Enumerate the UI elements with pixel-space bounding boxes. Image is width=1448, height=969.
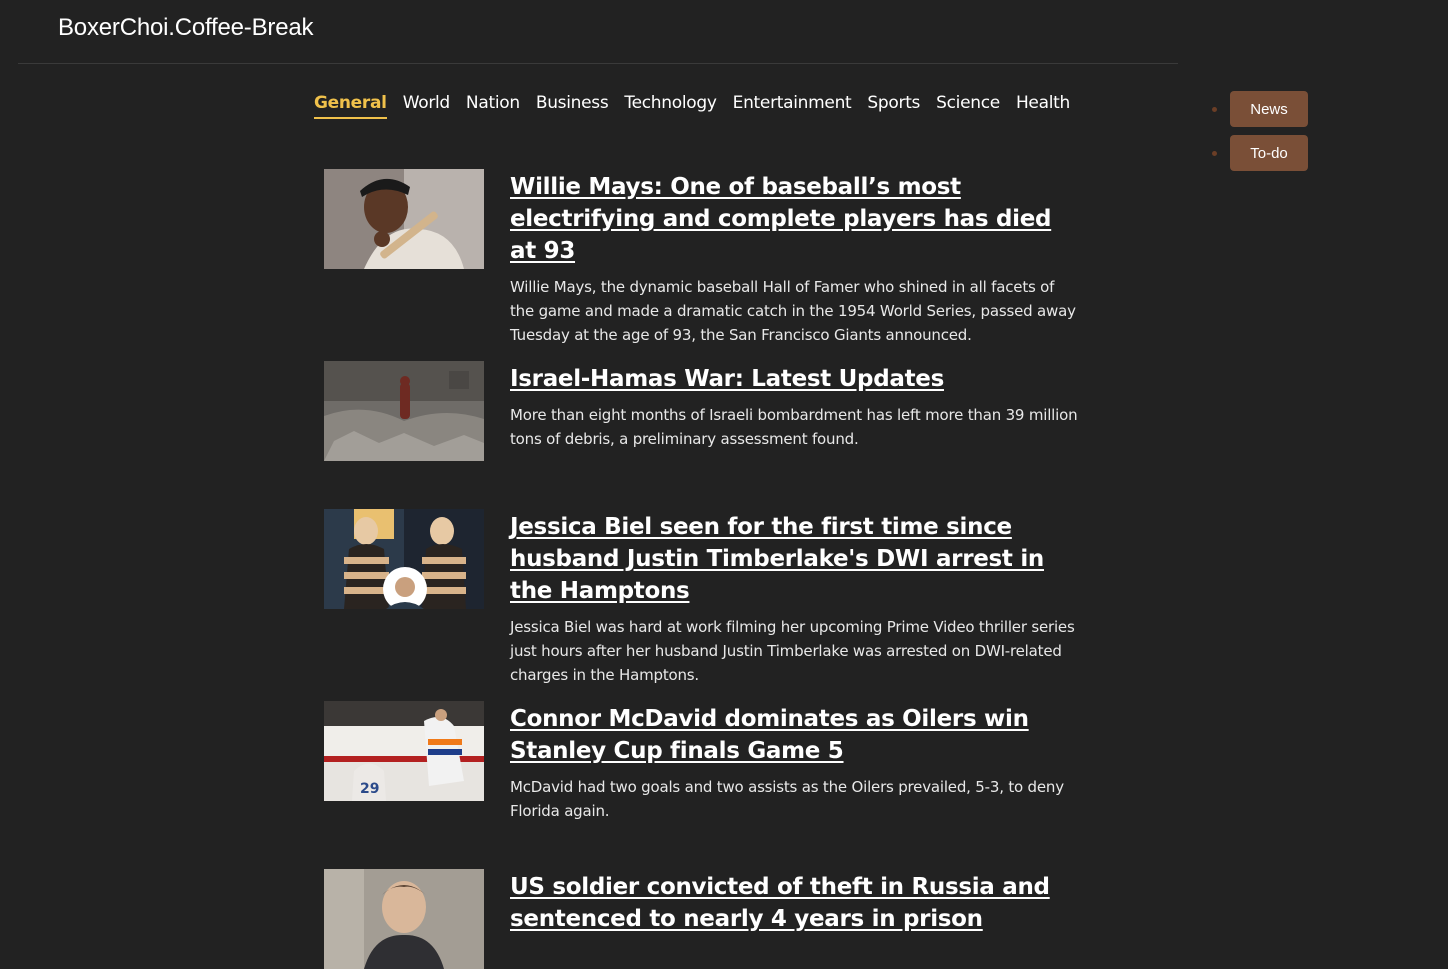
baseball-player-photo (324, 169, 484, 269)
article-thumbnail[interactable] (324, 869, 484, 969)
site-title[interactable]: BoxerChoi.Coffee-Break (58, 14, 313, 42)
list-item: 29 Connor McDavid dominates as Oilers wi… (324, 701, 1084, 823)
list-item: US soldier convicted of theft in Russia … (324, 869, 1084, 969)
hockey-photo: 29 (324, 701, 484, 801)
list-item: Jessica Biel seen for the first time sin… (324, 509, 1084, 687)
article-title-link[interactable]: Willie Mays: One of baseball’s most elec… (510, 171, 1080, 267)
article-body: US soldier convicted of theft in Russia … (510, 869, 1080, 969)
todo-button[interactable]: To-do (1230, 135, 1308, 171)
tab-science[interactable]: Science (936, 93, 1000, 119)
list-item: Willie Mays: One of baseball’s most elec… (324, 169, 1084, 347)
header: BoxerChoi.Coffee-Break (18, 0, 1178, 64)
article-description: Jessica Biel was hard at work filming he… (510, 618, 1075, 684)
side-menu-item-todo: To-do (1212, 135, 1308, 171)
article-title-link[interactable]: Jessica Biel seen for the first time sin… (510, 511, 1080, 607)
article-description: McDavid had two goals and two assists as… (510, 778, 1064, 820)
article-body: Willie Mays: One of baseball’s most elec… (510, 169, 1080, 347)
article-title-link[interactable]: Connor McDavid dominates as Oilers win S… (510, 703, 1080, 767)
tab-general[interactable]: General (314, 93, 387, 119)
tab-technology[interactable]: Technology (624, 93, 717, 119)
article-thumbnail[interactable] (324, 169, 484, 269)
article-description: Willie Mays, the dynamic baseball Hall o… (510, 278, 1076, 344)
article-body: Connor McDavid dominates as Oilers win S… (510, 701, 1080, 823)
tab-entertainment[interactable]: Entertainment (733, 93, 852, 119)
article-thumbnail[interactable] (324, 509, 484, 609)
tab-health[interactable]: Health (1016, 93, 1070, 119)
side-menu-item-news: News (1212, 91, 1308, 127)
category-nav: General World Nation Business Technology… (314, 93, 1070, 119)
article-title-link[interactable]: US soldier convicted of theft in Russia … (510, 871, 1080, 935)
svg-text:29: 29 (360, 781, 379, 797)
tab-sports[interactable]: Sports (867, 93, 920, 119)
article-body: Israel-Hamas War: Latest Updates More th… (510, 361, 1080, 461)
list-item: Israel-Hamas War: Latest Updates More th… (324, 361, 1084, 461)
tab-business[interactable]: Business (536, 93, 609, 119)
bullet-icon (1212, 150, 1217, 156)
article-thumbnail[interactable]: 29 (324, 701, 484, 801)
article-body: Jessica Biel seen for the first time sin… (510, 509, 1080, 687)
rubble-photo (324, 361, 484, 461)
celebrity-photo (324, 509, 484, 609)
side-menu: News To-do (1212, 91, 1308, 171)
article-thumbnail[interactable] (324, 361, 484, 461)
article-description: More than eight months of Israeli bombar… (510, 406, 1078, 448)
article-title-link[interactable]: Israel-Hamas War: Latest Updates (510, 363, 1080, 395)
tab-nation[interactable]: Nation (466, 93, 520, 119)
news-button[interactable]: News (1230, 91, 1308, 127)
tab-world[interactable]: World (403, 93, 451, 119)
soldier-photo (324, 869, 484, 969)
bullet-icon (1212, 106, 1217, 112)
